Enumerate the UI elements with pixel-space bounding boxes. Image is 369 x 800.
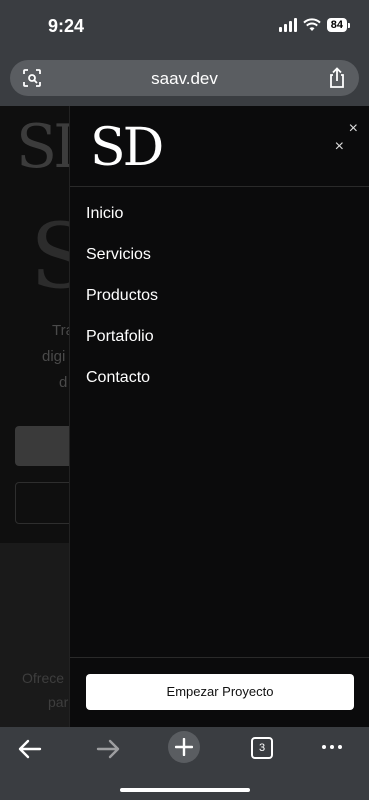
start-project-button[interactable]: Empezar Proyecto [86, 674, 354, 710]
status-icons: 84 [278, 18, 351, 32]
status-time: 9:24 [48, 16, 85, 36]
plus-icon [175, 738, 193, 756]
nav-item-contacto[interactable]: Contacto [86, 366, 158, 407]
tabs-icon[interactable]: 3 [251, 737, 273, 759]
close-icon[interactable]: × [335, 138, 344, 156]
drawer-divider [70, 657, 369, 658]
status-bar: 9:24 84 [0, 0, 369, 56]
drawer-logo[interactable]: SD [90, 118, 164, 178]
close-icon[interactable]: × [349, 120, 358, 138]
background-text-line: Ofrece [22, 670, 65, 686]
nav-drawer: SD × × Inicio Servicios Productos Portaf… [69, 106, 369, 727]
browser-toolbar: 3 [0, 727, 369, 800]
nav-item-productos[interactable]: Productos [86, 284, 158, 325]
background-text-line: d [59, 374, 68, 391]
arrow-right-icon[interactable] [94, 735, 122, 763]
drawer-nav: Inicio Servicios Productos Portafolio Co… [86, 202, 158, 407]
signal-icon [278, 18, 297, 32]
background-text-line: par [48, 694, 69, 710]
nav-item-servicios[interactable]: Servicios [86, 243, 158, 284]
arrow-left-icon[interactable] [16, 735, 44, 763]
wifi-icon [303, 18, 321, 31]
browser-address-area: saav.dev [0, 56, 369, 106]
nav-item-portafolio[interactable]: Portafolio [86, 325, 158, 366]
drawer-divider [70, 186, 369, 187]
address-bar[interactable]: saav.dev [10, 60, 359, 96]
home-indicator [120, 788, 250, 792]
url-text: saav.dev [151, 69, 218, 88]
nav-item-inicio[interactable]: Inicio [86, 202, 158, 243]
battery-icon: 84 [326, 18, 351, 32]
more-icon[interactable] [322, 745, 342, 749]
new-tab-button[interactable] [168, 731, 200, 763]
share-icon[interactable] [327, 67, 347, 89]
background-text-line: digi [42, 348, 66, 365]
